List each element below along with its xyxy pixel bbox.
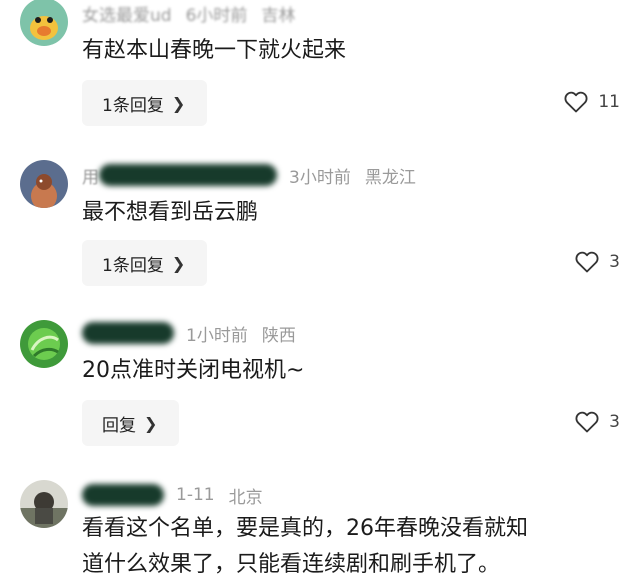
comment-time: 1小时前 [186,325,248,346]
chevron-right-icon: ❯ [171,253,186,273]
comment-text: 有赵本山春晚一下就火起来 [82,38,347,63]
like-button[interactable]: 3 [575,407,620,437]
heart-outline-icon [564,91,588,113]
avatar[interactable] [20,480,68,528]
username-tail: 最爱ud [116,5,172,26]
avatar[interactable] [20,0,68,46]
comment-location: 陕西 [261,325,296,346]
heart-outline-icon [575,251,599,273]
comment-item: 1小时前 陕西 20点准时关闭电视机~ 回复 ❯ 3 [0,310,640,450]
reply-button[interactable]: 1条回复 ❯ [82,80,208,126]
comment-time: 6小时前 [185,5,248,26]
comment-meta: 1小时前 陕西 [82,320,296,346]
username-redaction [82,484,164,506]
username-redaction [99,164,277,186]
like-count: 3 [609,412,620,432]
username-redaction [82,322,174,344]
heart-outline-icon [575,411,599,433]
like-button[interactable]: 11 [564,87,620,117]
reply-button[interactable]: 1条回复 ❯ [82,240,208,286]
comment-text-line-1: 看看这个名单，要是真的，26年春晚没看就知 [82,516,528,541]
comment-item: 女选 最爱ud 6小时前 吉林 有赵本山春晚一下就火起来 1条回复 ❯ 11 [0,0,640,140]
chevron-right-icon: ❯ [171,93,186,113]
comment-time: 3小时前 [289,167,351,188]
comment-location: 吉林 [261,5,296,26]
comment-text-line-2: 道什么效果了，只能看连续剧和刷手机了。 [82,552,501,577]
reply-button-label: 1条回复 [102,95,164,116]
username[interactable]: 用 [82,163,99,188]
comment-location: 北京 [228,487,263,508]
avatar[interactable] [20,160,68,208]
like-count: 3 [609,252,620,272]
comment-time: 1-11 [176,485,215,505]
reply-button[interactable]: 回复 ❯ [82,400,180,446]
comment-text: 20点准时关闭电视机~ [82,358,305,383]
like-count: 11 [598,92,620,112]
reply-button-label: 1条回复 [102,255,164,276]
avatar[interactable] [20,320,68,368]
comment-meta: 女选 最爱ud 6小时前 吉林 [82,0,295,26]
like-button[interactable]: 3 [575,247,620,277]
comment-item: 1-11 北京 看看这个名单，要是真的，26年春晚没看就知 道什么效果了，只能看… [0,470,640,587]
comment-location: 黑龙江 [364,167,416,188]
comment-item: 用 3小时前 黑龙江 最不想看到岳云鹏 1条回复 ❯ 3 [0,150,640,290]
comment-meta: 1-11 北京 [82,482,263,508]
comment-text: 最不想看到岳云鹏 [82,200,259,225]
chevron-right-icon: ❯ [144,413,158,433]
comment-meta: 用 3小时前 黑龙江 [82,162,416,188]
reply-button-label: 回复 [102,415,136,436]
username[interactable]: 女选 [82,1,116,26]
